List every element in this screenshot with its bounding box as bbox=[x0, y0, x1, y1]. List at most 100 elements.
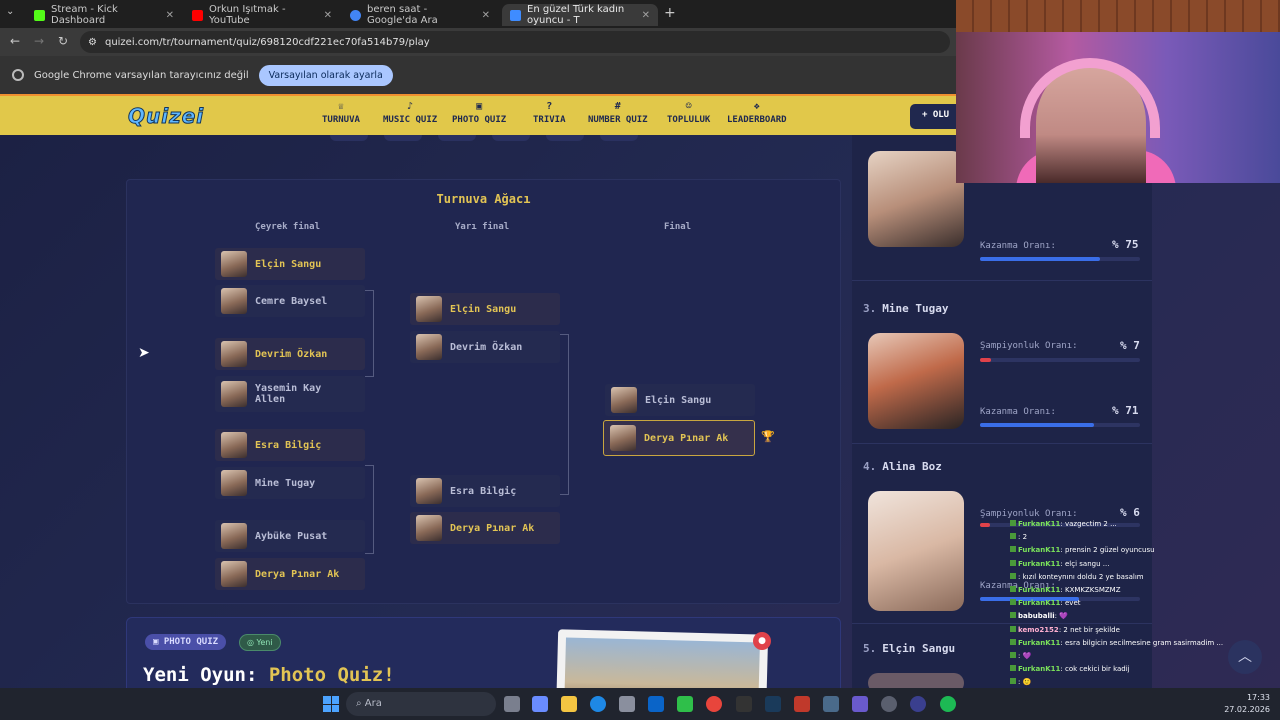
chat-message: : 🙂 bbox=[1010, 678, 1031, 686]
chip[interactable] bbox=[438, 135, 476, 141]
site-info-icon[interactable]: ⚙ bbox=[88, 37, 97, 48]
chat-message: : 💜 bbox=[1010, 652, 1031, 660]
xbox-icon[interactable] bbox=[677, 696, 693, 712]
task-view-icon[interactable] bbox=[504, 696, 520, 712]
close-tab-icon[interactable]: ✕ bbox=[482, 10, 490, 21]
bracket-slot[interactable]: Elçin Sangu bbox=[410, 293, 560, 325]
edge-icon[interactable] bbox=[590, 696, 606, 712]
close-tab-icon[interactable]: ✕ bbox=[324, 10, 332, 21]
bracket-slot[interactable]: Devrim Özkan bbox=[410, 331, 560, 363]
nav-trivia[interactable]: ? TRIVIA bbox=[533, 101, 566, 125]
close-tab-icon[interactable]: ✕ bbox=[642, 10, 650, 21]
copilot-icon[interactable] bbox=[532, 696, 548, 712]
chip[interactable] bbox=[492, 135, 530, 141]
chrome-icon[interactable] bbox=[706, 696, 722, 712]
bracket-slot[interactable]: Mine Tugay bbox=[215, 467, 365, 499]
champ-rate-bar bbox=[980, 358, 1140, 362]
nav-music-quiz[interactable]: ♪ MUSIC QUIZ bbox=[383, 101, 437, 125]
store-icon[interactable] bbox=[619, 696, 635, 712]
chip[interactable] bbox=[546, 135, 584, 141]
rank-number: 4. bbox=[863, 460, 877, 473]
steam-icon[interactable] bbox=[765, 696, 781, 712]
tab-quizei-active[interactable]: En güzel Türk kadın oyuncu - T ✕ bbox=[502, 4, 658, 26]
bracket-slot[interactable]: Cemre Baysel bbox=[215, 285, 365, 317]
tab-youtube[interactable]: Orkun Işıtmak - YouTube ✕ bbox=[184, 4, 340, 26]
app-icon[interactable] bbox=[910, 696, 926, 712]
chat-text: : 💜 bbox=[1018, 652, 1032, 660]
bracket-slot[interactable]: Aybüke Pusat bbox=[215, 520, 365, 552]
address-bar-row: ← → ↻ ⚙ quizei.com/tr/tournament/quiz/69… bbox=[0, 28, 956, 56]
outlook-icon[interactable] bbox=[648, 696, 664, 712]
back-icon[interactable]: ← bbox=[10, 34, 20, 48]
chip[interactable] bbox=[384, 135, 422, 141]
divider bbox=[852, 280, 1152, 281]
nav-turnuva[interactable]: ♕ TURNUVA bbox=[322, 101, 360, 125]
nav-label: PHOTO QUIZ bbox=[452, 115, 507, 125]
tab-google-search[interactable]: beren saat - Google'da Ara ✕ bbox=[342, 4, 498, 26]
set-default-button[interactable]: Varsayılan olarak ayarla bbox=[258, 64, 393, 86]
champion-slot[interactable]: Derya Pınar Ak bbox=[603, 420, 755, 456]
app-icon[interactable] bbox=[794, 696, 810, 712]
badge-label: Yeni bbox=[256, 638, 273, 647]
system-tray-clock[interactable]: 17:33 27.02.2026 bbox=[1170, 692, 1270, 716]
chip[interactable] bbox=[600, 135, 638, 141]
contestant-name: Esra Bilgiç bbox=[255, 439, 322, 451]
chat-username: FurkanK11 bbox=[1018, 599, 1061, 608]
nav-label: NUMBER QUIZ bbox=[588, 115, 648, 125]
forward-icon[interactable]: → bbox=[34, 34, 44, 48]
bracket-slot[interactable]: Elçin Sangu bbox=[605, 384, 755, 416]
tab-search-icon[interactable]: ⌄ bbox=[6, 6, 14, 17]
app-icon[interactable] bbox=[881, 696, 897, 712]
nav-photo-quiz[interactable]: ▣ PHOTO QUIZ bbox=[452, 101, 506, 125]
avatar bbox=[416, 296, 442, 322]
photo-quiz-promo[interactable]: ▣ PHOTO QUIZ ◎ Yeni Yeni Oyun: Photo Qui… bbox=[126, 617, 841, 688]
chat-message: FurkanK11: evet bbox=[1010, 599, 1081, 607]
bar-fill bbox=[980, 523, 990, 527]
nav-topluluk[interactable]: ☺ TOPLULUK bbox=[667, 101, 710, 125]
nav-number-quiz[interactable]: # NUMBER QUIZ bbox=[588, 101, 648, 125]
contestant-name: Devrim Özkan bbox=[450, 341, 523, 353]
bracket-connector bbox=[365, 465, 374, 466]
hash-icon: # bbox=[614, 101, 621, 112]
tab-kick-dashboard[interactable]: Stream - Kick Dashboard ✕ bbox=[26, 4, 182, 26]
new-tab-button[interactable]: + bbox=[664, 5, 676, 21]
nav-leaderboard[interactable]: ❖ LEADERBOARD bbox=[727, 101, 787, 125]
win-rate-value: % 75 bbox=[1112, 238, 1139, 251]
reload-icon[interactable]: ↻ bbox=[58, 34, 68, 48]
bracket-slot[interactable]: Esra Bilgiç bbox=[215, 429, 365, 461]
bracket-slot[interactable]: Yasemin Kay Allen bbox=[215, 376, 365, 412]
users-icon: ☺ bbox=[685, 101, 692, 112]
bar-fill bbox=[980, 423, 1094, 427]
quizei-logo[interactable]: Quizei bbox=[127, 104, 204, 129]
taskbar-search[interactable]: ⌕ Ara bbox=[346, 692, 496, 716]
epic-games-icon[interactable] bbox=[736, 696, 752, 712]
default-browser-infobar: Google Chrome varsayılan tarayıcınız değ… bbox=[0, 56, 956, 94]
kick-icon bbox=[34, 9, 45, 21]
app-icon[interactable] bbox=[823, 696, 839, 712]
app-icon[interactable] bbox=[852, 696, 868, 712]
bracket-slot[interactable]: Devrim Özkan bbox=[215, 338, 365, 370]
chat-text: : KXMKZKSMZMZ bbox=[1060, 586, 1121, 594]
chat-badge-icon bbox=[1010, 652, 1016, 658]
chat-username: babuballi bbox=[1018, 612, 1055, 621]
champ-rate-value: % 7 bbox=[1120, 339, 1140, 352]
chip[interactable] bbox=[330, 135, 368, 141]
chat-message: FurkanK11: vazgectim 2 ... bbox=[1010, 520, 1117, 528]
url-field[interactable]: ⚙ quizei.com/tr/tournament/quiz/698120cd… bbox=[80, 31, 950, 53]
close-tab-icon[interactable]: ✕ bbox=[166, 10, 174, 21]
bracket-slot[interactable]: Derya Pınar Ak bbox=[215, 558, 365, 590]
bracket-slot[interactable]: Derya Pınar Ak bbox=[410, 512, 560, 544]
avatar bbox=[221, 381, 247, 407]
file-explorer-icon[interactable] bbox=[561, 696, 577, 712]
nav-label: TURNUVA bbox=[322, 115, 360, 125]
win-rate-bar bbox=[980, 423, 1140, 427]
bracket-slot[interactable]: Esra Bilgiç bbox=[410, 475, 560, 507]
bracket-slot[interactable]: Elçin Sangu bbox=[215, 248, 365, 280]
bracket-title: Turnuva Ağacı bbox=[436, 192, 531, 206]
scroll-to-top-button[interactable]: ︿ bbox=[1228, 640, 1262, 674]
spotify-icon[interactable] bbox=[940, 696, 956, 712]
chat-username: FurkanK11 bbox=[1018, 665, 1061, 674]
contestant-photo bbox=[868, 673, 964, 688]
column-semi-final: Yarı final bbox=[455, 222, 510, 232]
windows-start-icon[interactable] bbox=[323, 696, 339, 712]
